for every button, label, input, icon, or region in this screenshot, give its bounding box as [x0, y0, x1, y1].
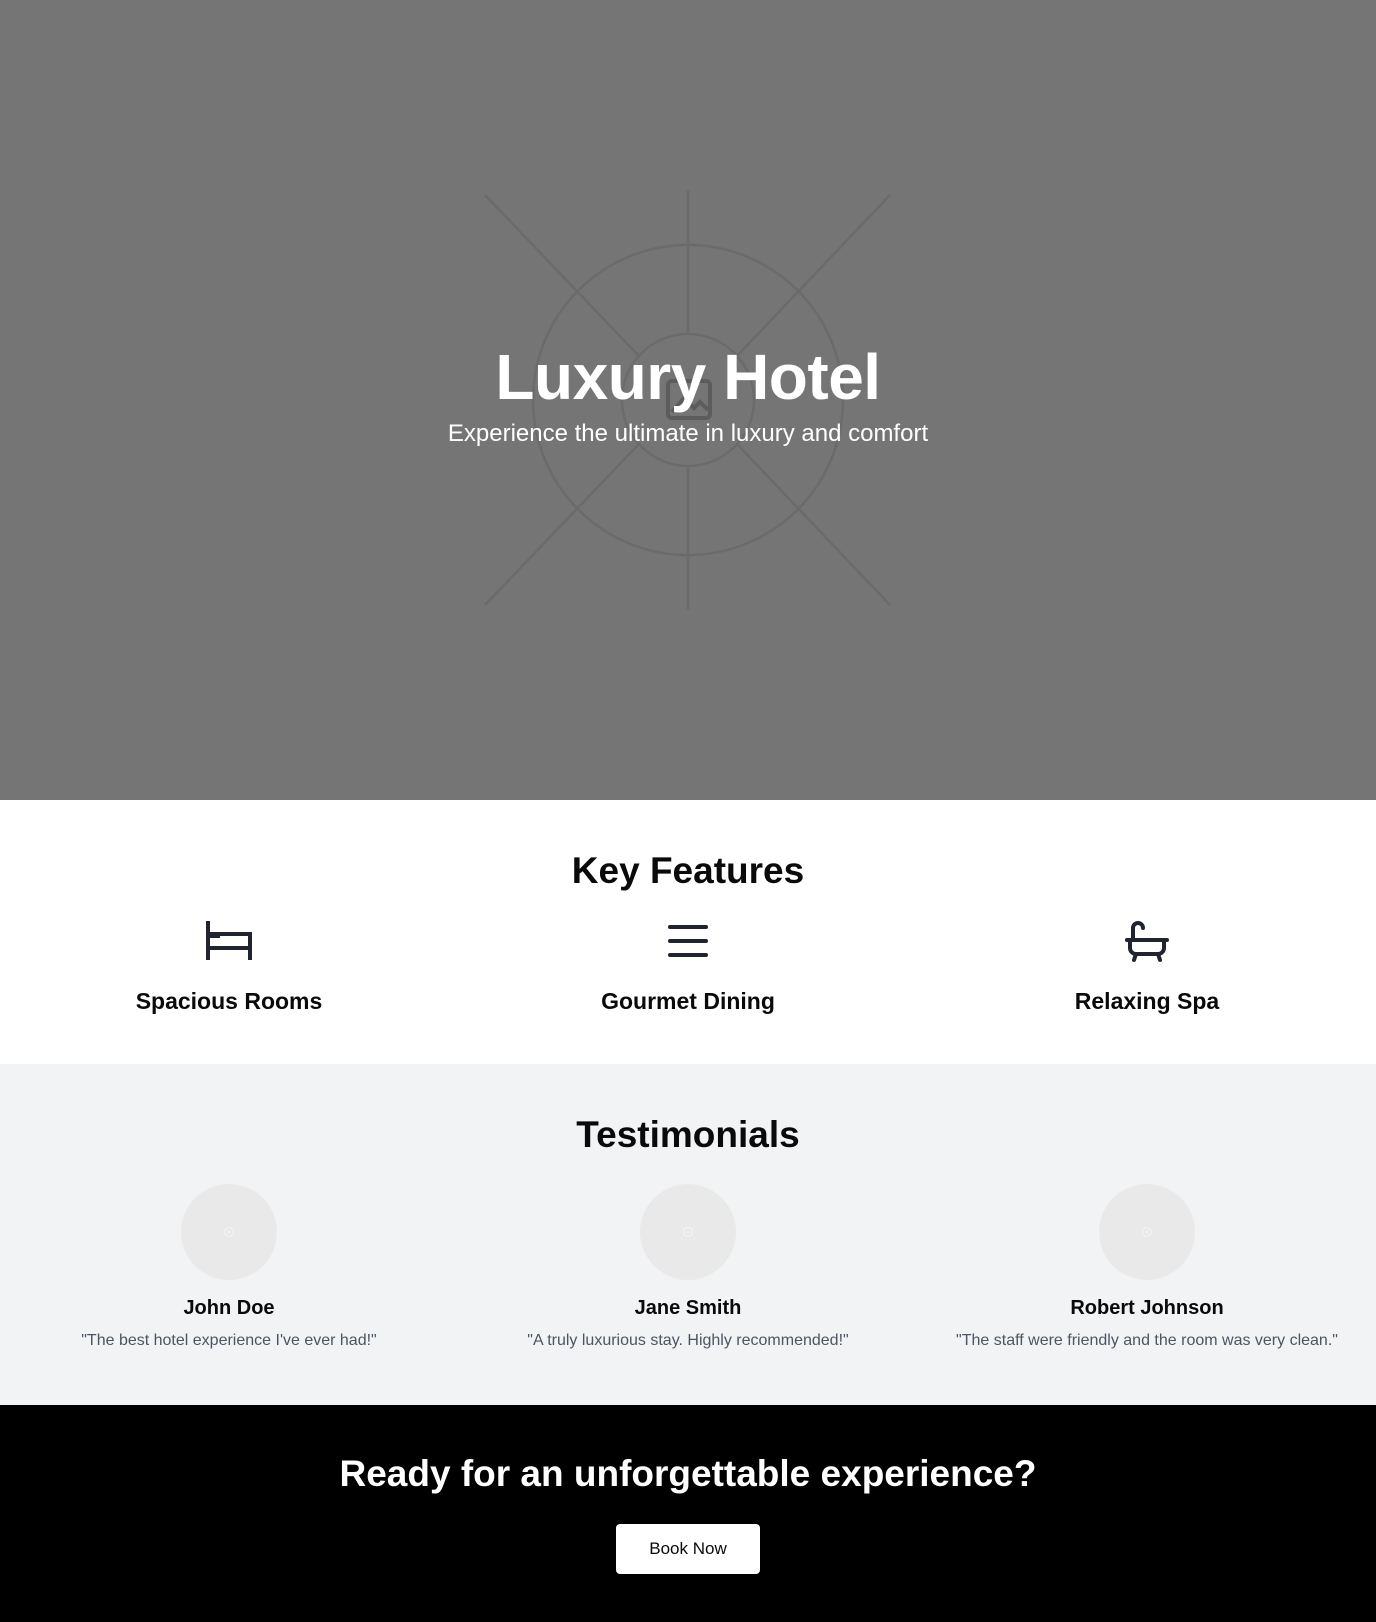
hero-title: Luxury Hotel [495, 341, 881, 413]
feature-label: Spacious Rooms [135, 988, 323, 1014]
feature-item: Relaxing Spa [918, 920, 1376, 1016]
testimonial-name: John Doe [183, 1297, 275, 1319]
avatar [181, 1184, 277, 1280]
testimonial-name: Jane Smith [634, 1297, 742, 1319]
menu-lines-icon [668, 925, 708, 957]
feature-item: Spacious Rooms [0, 920, 458, 1016]
avatar [640, 1184, 736, 1280]
bathtub-icon [1125, 921, 1169, 962]
testimonial-name: Robert Johnson [1070, 1297, 1224, 1319]
hero-text: Luxury Hotel Experience the ultimate in … [0, 337, 1376, 451]
testimonial-card: Robert Johnson "The staff were friendly … [918, 1184, 1376, 1352]
testimonial-card: John Doe "The best hotel experience I've… [0, 1184, 458, 1352]
book-now-button[interactable]: Book Now [616, 1524, 760, 1574]
testimonials-section: Testimonials John Doe "The best hotel ex… [0, 1064, 1376, 1405]
avatar-placeholder-icon [682, 1226, 694, 1238]
cta-title: Ready for an unforgettable experience? [339, 1453, 1037, 1494]
feature-label: Relaxing Spa [1074, 988, 1220, 1014]
avatar [1099, 1184, 1195, 1280]
testimonial-quote: "A truly luxurious stay. Highly recommen… [527, 1332, 849, 1349]
feature-label: Gourmet Dining [601, 988, 775, 1014]
avatar-placeholder-icon [223, 1226, 235, 1238]
hero-section: Luxury Hotel Experience the ultimate in … [0, 0, 1376, 800]
testimonial-quote: "The best hotel experience I've ever had… [81, 1332, 377, 1349]
cta-section: Ready for an unforgettable experience? B… [0, 1405, 1376, 1622]
features-title: Key Features [571, 850, 805, 891]
testimonial-card: Jane Smith "A truly luxurious stay. High… [459, 1184, 917, 1352]
avatar-placeholder-icon [1141, 1226, 1153, 1238]
testimonials-title: Testimonials [576, 1114, 800, 1155]
features-section: Key Features Spacious Rooms Gourmet Dini… [0, 800, 1376, 1064]
bed-icon [206, 921, 252, 960]
testimonial-quote: "The staff were friendly and the room wa… [956, 1332, 1338, 1349]
feature-item: Gourmet Dining [459, 920, 917, 1016]
hero-subtitle: Experience the ultimate in luxury and co… [447, 420, 929, 447]
